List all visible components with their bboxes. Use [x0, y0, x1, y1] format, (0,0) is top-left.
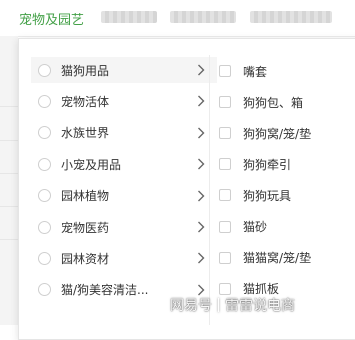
tab-pets-garden[interactable]: 宠物及园艺 [19, 9, 84, 28]
category-label: 小宠及用品 [61, 157, 122, 172]
category-label: 园林植物 [61, 189, 110, 204]
subcategory-label: 猫砂 [243, 220, 268, 234]
category-item[interactable]: 宠物活体 [31, 88, 217, 114]
category-label: 园林资材 [61, 251, 110, 266]
subcategory-label: 狗狗包、箱 [243, 95, 304, 110]
category-radio[interactable] [38, 126, 51, 140]
watermark-separator [218, 298, 219, 312]
subcategory-checkbox[interactable] [219, 127, 231, 140]
chevron-right-icon [195, 127, 207, 139]
subcategory-checkbox[interactable] [219, 251, 231, 264]
category-radio[interactable] [38, 63, 51, 77]
subcategory-checkbox[interactable] [219, 96, 231, 109]
category-label: 水族世界 [61, 126, 110, 141]
category-radio[interactable] [38, 283, 51, 297]
category-item[interactable]: 园林资材 [31, 245, 217, 271]
category-radio[interactable] [38, 220, 51, 234]
category-item[interactable]: 园林植物 [31, 183, 217, 209]
category-item[interactable]: 宠物医药 [31, 214, 217, 240]
chevron-right-icon [195, 252, 207, 264]
subcategory-checkbox[interactable] [219, 158, 231, 171]
watermark-author: 雷雷说电商 [225, 298, 295, 314]
chevron-right-icon [195, 221, 207, 233]
subcategory-checkbox[interactable] [219, 189, 231, 202]
category-label: 宠物活体 [61, 94, 110, 109]
blurred-tab[interactable] [101, 11, 157, 23]
subcategory-item[interactable]: 狗狗窝/笼/垫 [219, 123, 355, 143]
category-item[interactable]: 水族世界 [31, 120, 217, 146]
top-navigation: 宠物及园艺 [0, 0, 355, 37]
category-radio[interactable] [38, 251, 51, 265]
subcategory-checkbox[interactable] [219, 65, 231, 77]
blurred-tab[interactable] [170, 11, 236, 23]
subcategory-item[interactable]: 嘴套 [219, 61, 355, 81]
column-divider [209, 55, 210, 325]
category-label: 猫狗用品 [61, 63, 110, 78]
subcategory-item[interactable]: 猫猫窝/笼/垫 [219, 248, 355, 268]
subcategory-item[interactable]: 狗狗玩具 [219, 185, 355, 205]
chevron-right-icon [195, 158, 207, 170]
subcategory-item[interactable]: 猫砂 [219, 217, 355, 237]
subcategory-item[interactable]: 狗狗包、箱 [219, 92, 355, 112]
chevron-right-icon [195, 190, 207, 202]
category-radio[interactable] [38, 189, 51, 203]
subcategory-label: 猫猫窝/笼/垫 [243, 251, 312, 266]
subcategory-label: 狗狗牵引 [243, 157, 292, 172]
subcategory-checkbox[interactable] [219, 282, 231, 295]
category-item[interactable]: 猫狗用品 [31, 57, 217, 83]
chevron-right-icon [195, 95, 207, 107]
subcategory-item[interactable]: 狗狗牵引 [219, 154, 355, 174]
subcategory-label: 狗狗玩具 [243, 188, 292, 203]
subcategory-label: 狗狗窝/笼/垫 [243, 126, 312, 141]
subcategory-checkbox[interactable] [219, 220, 231, 233]
blurred-tab[interactable] [250, 11, 332, 23]
watermark-source: 网易号 [170, 298, 212, 314]
chevron-right-icon [195, 64, 207, 76]
subcategory-label: 嘴套 [243, 64, 268, 79]
category-label: 宠物医药 [61, 220, 110, 235]
watermark: 网易号 雷雷说电商 [170, 294, 295, 316]
category-radio[interactable] [38, 157, 51, 171]
category-radio[interactable] [38, 94, 51, 108]
background-page [0, 36, 18, 325]
category-item[interactable]: 小宠及用品 [31, 151, 217, 177]
